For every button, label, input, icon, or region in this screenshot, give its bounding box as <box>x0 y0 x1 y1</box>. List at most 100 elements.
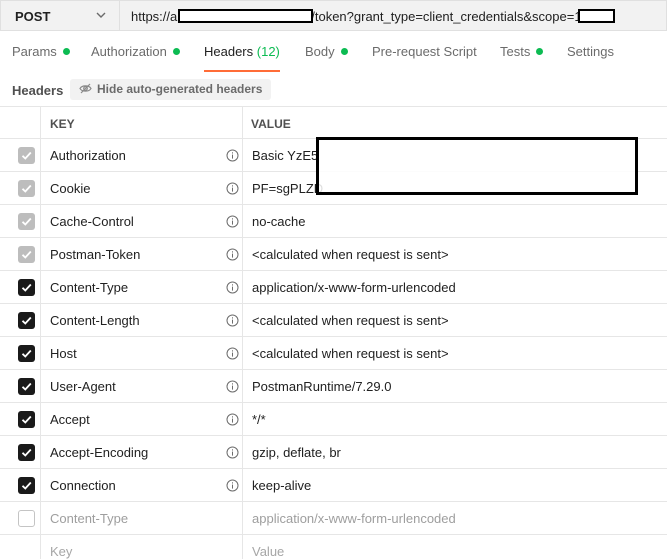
info-icon[interactable] <box>226 380 239 393</box>
hide-auto-generated-label: Hide auto-generated headers <box>97 82 263 96</box>
header-key[interactable]: User-Agent <box>50 379 116 394</box>
row-checkbox[interactable] <box>18 444 35 461</box>
tab-1[interactable]: Params <box>12 44 70 74</box>
row-checkbox[interactable] <box>18 411 35 428</box>
check-icon <box>21 184 32 193</box>
row-checkbox[interactable] <box>18 246 35 263</box>
tab-label: Headers <box>204 44 254 59</box>
header-key[interactable]: Content-Type <box>50 511 128 526</box>
row-checkbox[interactable] <box>18 213 35 230</box>
column-header-value: VALUE <box>251 117 291 131</box>
row-checkbox[interactable] <box>18 477 35 494</box>
check-icon <box>21 415 32 424</box>
header-key[interactable]: Accept <box>50 412 90 427</box>
info-icon[interactable] <box>226 479 239 492</box>
check-icon <box>21 481 32 490</box>
info-icon[interactable] <box>226 149 239 162</box>
tab-4[interactable]: Body <box>305 44 348 74</box>
header-value[interactable]: <calculated when request is sent> <box>252 247 449 262</box>
url-prefix: https://a <box>131 9 178 24</box>
tab-3[interactable]: Headers (12) <box>204 44 280 74</box>
check-icon <box>21 151 32 160</box>
header-value[interactable]: Value <box>252 544 284 559</box>
active-tab-underline <box>204 70 280 72</box>
row-checkbox[interactable] <box>18 378 35 395</box>
table-row: Content-Type application/x-www-form-urlen… <box>0 271 667 304</box>
info-icon[interactable] <box>226 413 239 426</box>
table-row: Cache-Control no-cache <box>0 205 667 238</box>
header-value[interactable]: <calculated when request is sent> <box>252 313 449 328</box>
status-dot-icon <box>340 48 348 55</box>
info-icon[interactable] <box>226 347 239 360</box>
tab-2[interactable]: Authorization <box>91 44 180 74</box>
table-row: Key Value <box>0 535 667 559</box>
row-checkbox[interactable] <box>18 180 35 197</box>
table-row: Postman-Token <calculated when request is… <box>0 238 667 271</box>
check-icon <box>21 316 32 325</box>
header-key[interactable]: Cookie <box>50 181 90 196</box>
header-value[interactable]: <calculated when request is sent> <box>252 346 449 361</box>
header-key[interactable]: Connection <box>50 478 116 493</box>
header-value[interactable]: application/x-www-form-urlencoded <box>252 511 456 526</box>
tab-label: Authorization <box>91 44 167 59</box>
row-checkbox[interactable] <box>18 345 35 362</box>
method-label: POST <box>15 9 51 24</box>
header-value[interactable]: Basic YzE5 <box>252 148 318 163</box>
table-row: Accept */* <box>0 403 667 436</box>
row-checkbox[interactable] <box>18 312 35 329</box>
request-bar: POST https://a/token?grant_type=client_c… <box>0 0 667 31</box>
check-icon <box>21 217 32 226</box>
info-icon[interactable] <box>226 314 239 327</box>
tab-label: Body <box>305 44 335 59</box>
method-select[interactable]: POST <box>0 0 120 31</box>
row-checkbox[interactable] <box>18 279 35 296</box>
header-value[interactable]: PF=sgPLZD <box>252 181 323 196</box>
header-key[interactable]: Accept-Encoding <box>50 445 148 460</box>
check-icon <box>21 382 32 391</box>
tab-label: Settings <box>567 44 614 59</box>
header-key[interactable]: Host <box>50 346 77 361</box>
tab-7[interactable]: Settings <box>567 44 614 74</box>
table-row: User-Agent PostmanRuntime/7.29.0 <box>0 370 667 403</box>
redaction-box <box>178 9 313 23</box>
hide-auto-generated-button[interactable]: Hide auto-generated headers <box>70 79 272 100</box>
row-checkbox[interactable] <box>18 510 35 527</box>
tab-6[interactable]: Tests <box>500 44 544 74</box>
info-icon[interactable] <box>226 281 239 294</box>
tab-label: Params <box>12 44 57 59</box>
header-key[interactable]: Content-Length <box>50 313 140 328</box>
header-value[interactable]: PostmanRuntime/7.29.0 <box>252 379 391 394</box>
row-checkbox[interactable] <box>18 147 35 164</box>
table-header-row: KEY VALUE <box>0 106 667 139</box>
check-icon <box>21 349 32 358</box>
tab-5[interactable]: Pre-request Script <box>372 44 477 74</box>
check-icon <box>21 250 32 259</box>
status-dot-icon <box>536 48 544 55</box>
header-key[interactable]: Content-Type <box>50 280 128 295</box>
header-key[interactable]: Postman-Token <box>50 247 140 262</box>
info-icon[interactable] <box>226 215 239 228</box>
check-icon <box>21 448 32 457</box>
info-icon[interactable] <box>226 182 239 195</box>
tab-count: (12) <box>256 44 280 59</box>
header-key[interactable]: Cache-Control <box>50 214 134 229</box>
column-divider <box>242 106 243 559</box>
headers-title: Headers <box>12 83 64 98</box>
tab-label: Pre-request Script <box>372 44 477 59</box>
header-value[interactable]: */* <box>252 412 266 427</box>
tab-label: Tests <box>500 44 531 59</box>
column-divider <box>40 106 41 559</box>
eye-off-icon <box>79 83 92 94</box>
header-value[interactable]: application/x-www-form-urlencoded <box>252 280 456 295</box>
redaction-box <box>316 137 638 195</box>
header-value[interactable]: keep-alive <box>252 478 311 493</box>
url-suffix: /token?grant_type=client_credentials&sco… <box>311 9 582 24</box>
info-icon[interactable] <box>226 248 239 261</box>
table-row: Content-Type application/x-www-form-urlen… <box>0 502 667 535</box>
header-value[interactable]: gzip, deflate, br <box>252 445 341 460</box>
header-value[interactable]: no-cache <box>252 214 305 229</box>
header-key[interactable]: Key <box>50 544 72 559</box>
header-key[interactable]: Authorization <box>50 148 126 163</box>
url-input[interactable]: https://a/token?grant_type=client_creden… <box>120 0 667 31</box>
info-icon[interactable] <box>226 446 239 459</box>
